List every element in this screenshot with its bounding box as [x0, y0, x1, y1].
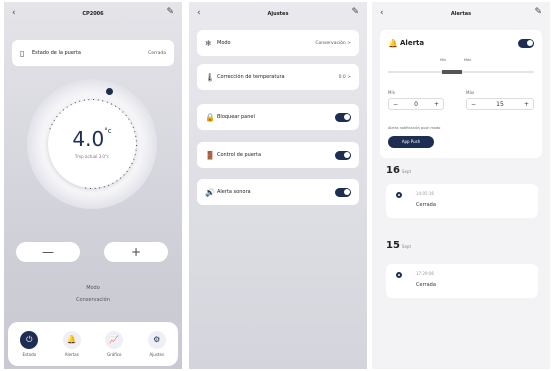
setting-label: Alerta sonora [217, 189, 251, 195]
alert-toggle[interactable] [518, 38, 534, 48]
sound-alert-toggle[interactable] [335, 187, 351, 197]
top-bar: ‹ Alertas ✎ [372, 2, 550, 26]
event-time: 14:05:16 [416, 191, 434, 196]
pencil-icon[interactable]: ✎ [351, 7, 359, 17]
door-icon: 🚪 [205, 150, 215, 160]
setting-label: Control de puerta [217, 152, 262, 158]
tab-label: Alertas [64, 352, 79, 357]
tab-bar: ⏻ Estado 🔔 Alertas 📈 Gráfico ⚙ Ajustes [8, 322, 178, 366]
current-temperature-text: Tmp actual 3.0°c [74, 154, 110, 159]
alert-settings-card: 🔔 Alerta Mín Máx Mín Máx − 0 + − 15 + Al… [380, 30, 542, 158]
setting-lock-panel: 🔒 Bloquear panel [197, 104, 359, 130]
event-state: Cerrada [416, 202, 436, 208]
max-value: 15 [496, 100, 504, 108]
screen-settings: ‹ Ajustes ✎ ❄ Modo Conservación > 🌡 Corr… [189, 2, 367, 369]
event-card: 14:05:16 Cerrada [386, 184, 538, 218]
top-bar: ‹ Ajustes ✎ [189, 2, 367, 26]
device-title: CP2006 [82, 11, 104, 17]
setting-label: Modo [217, 40, 231, 46]
setting-value: Conservación > [315, 40, 351, 46]
event-state: Cerrada [416, 282, 436, 288]
min-increase[interactable]: + [434, 101, 439, 108]
door-icon: ▯ [20, 48, 25, 58]
event-card: 17:29:06 Cerrada [386, 264, 538, 298]
tab-alertas[interactable]: 🔔 Alertas [62, 331, 81, 357]
bell-icon: 🔔 [388, 38, 398, 48]
day-month: Sept [401, 244, 412, 249]
range-selected[interactable] [442, 70, 462, 74]
alert-label: Alerta [400, 39, 425, 47]
min-stepper[interactable]: − 0 + [388, 98, 444, 110]
lock-panel-toggle[interactable] [335, 112, 351, 122]
temperature-value: 4.0 [72, 127, 105, 151]
max-stepper[interactable]: − 15 + [466, 98, 534, 110]
day-number: 16 [386, 165, 400, 176]
tab-label: Ajustes [149, 352, 165, 357]
max-decrease[interactable]: − [471, 101, 476, 108]
day-header: 16 Sept [386, 165, 411, 176]
pencil-icon[interactable]: ✎ [534, 7, 542, 17]
temperature-unit: °c [104, 127, 112, 135]
increase-button[interactable]: + [104, 242, 168, 262]
door-status-label: Estado de la puerta [32, 50, 81, 56]
page-title: Ajustes [267, 11, 289, 17]
power-icon: ⏻ [20, 331, 39, 349]
bell-icon: 🔔 [62, 331, 81, 349]
mode-label: Modo [86, 285, 100, 291]
alert-row: 🔔 Alerta [380, 30, 542, 56]
tab-ajustes[interactable]: ⚙ Ajustes [147, 331, 166, 357]
mode-value: Conservación [76, 297, 110, 303]
door-control-toggle[interactable] [335, 150, 351, 160]
app-push-button[interactable]: App Push [388, 136, 434, 148]
chart-icon: 📈 [105, 331, 124, 349]
page-title: Alertas [450, 11, 472, 17]
tab-label: Gráfico [107, 352, 122, 357]
setting-value: 0.0 > [338, 74, 351, 80]
dial-knob[interactable] [106, 88, 113, 95]
setting-mode[interactable]: ❄ Modo Conservación > [197, 30, 359, 56]
snowflake-icon: ❄ [205, 38, 212, 48]
door-status-value: Cerrada [148, 50, 166, 56]
lock-icon: 🔒 [205, 112, 215, 122]
min-label: Mín [388, 90, 396, 95]
range-low-label: Mín [440, 58, 447, 62]
max-label: Máx [466, 90, 475, 95]
door-status-card: ▯ Estado de la puerta Cerrada [12, 40, 174, 66]
tab-label: Estado [22, 352, 37, 357]
max-increase[interactable]: + [524, 101, 529, 108]
min-decrease[interactable]: − [393, 101, 398, 108]
temperature-readout: 4.0°c [48, 127, 136, 151]
setting-door-control: 🚪 Control de puerta [197, 142, 359, 168]
day-number: 15 [386, 240, 400, 251]
screen-status: ‹ CP2006 ✎ ▯ Estado de la puerta Cerrada… [4, 2, 182, 369]
setting-sound-alert: 🔊 Alerta sonora [197, 179, 359, 205]
day-month: Sept [401, 169, 412, 174]
setting-label: Corrección de temperatura [217, 74, 285, 80]
screen-alerts: ‹ Alertas ✎ 🔔 Alerta Mín Máx Mín Máx − 0… [372, 2, 550, 369]
push-note: Alerta notificación push modo [388, 126, 441, 130]
event-time: 17:29:06 [416, 271, 434, 276]
min-value: 0 [414, 100, 418, 108]
pencil-icon[interactable]: ✎ [166, 7, 174, 17]
setting-label: Bloquear panel [217, 114, 255, 120]
event-dot [396, 272, 402, 278]
top-bar: ‹ CP2006 ✎ [4, 2, 182, 26]
tab-estado[interactable]: ⏻ Estado [20, 331, 39, 357]
setting-temp-correction[interactable]: 🌡 Corrección de temperatura 0.0 > [197, 64, 359, 90]
gear-icon: ⚙ [147, 331, 166, 349]
day-header: 15 Sept [386, 240, 411, 251]
tab-grafico[interactable]: 📈 Gráfico [105, 331, 124, 357]
range-high-label: Máx [464, 58, 472, 62]
decrease-button[interactable]: — [16, 242, 80, 262]
event-dot [396, 192, 402, 198]
speaker-icon: 🔊 [205, 187, 215, 197]
thermometer-icon: 🌡 [205, 72, 216, 82]
